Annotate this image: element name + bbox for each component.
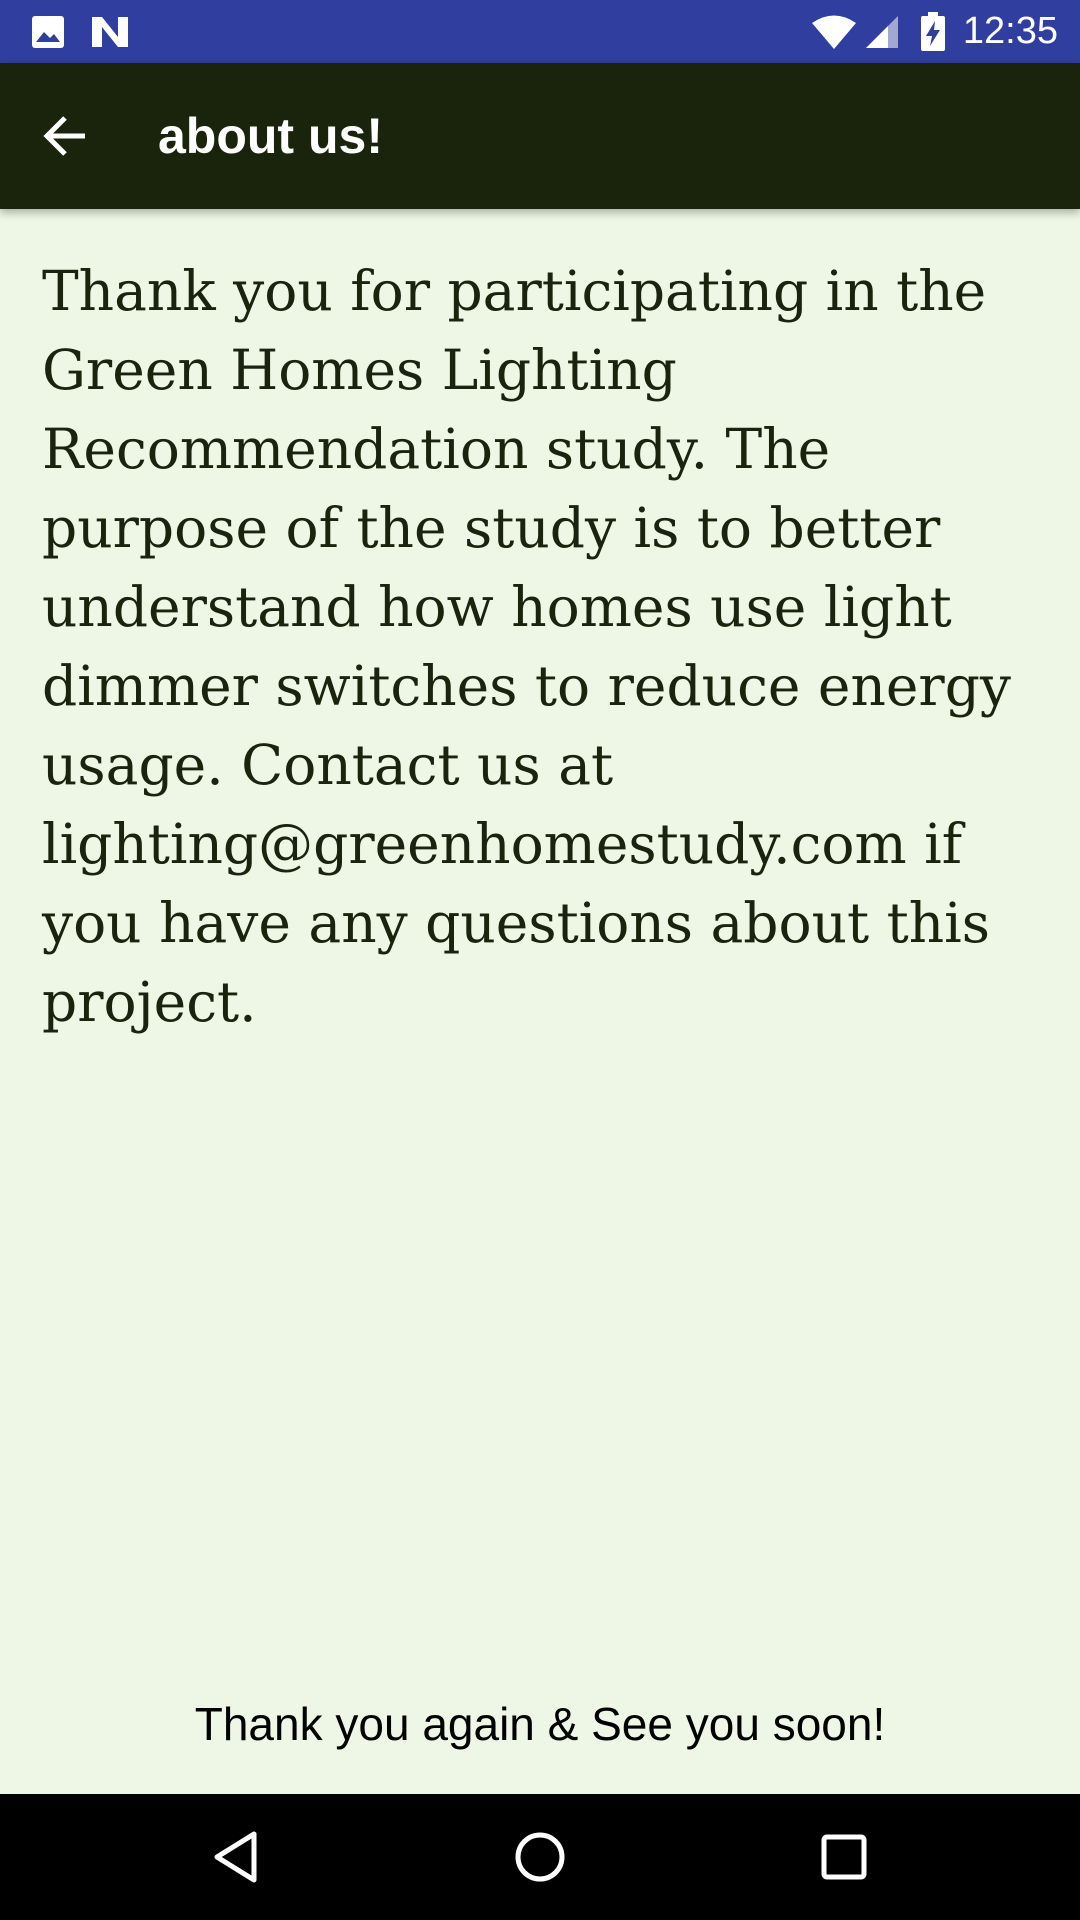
nav-recents-button[interactable] (804, 1817, 884, 1897)
nav-back-button[interactable] (196, 1817, 276, 1897)
back-button[interactable] (30, 101, 100, 171)
recents-square-icon (821, 1834, 867, 1880)
status-bar: 12:35 (0, 0, 1080, 63)
battery-charging-icon (918, 0, 948, 63)
n-notification-icon (88, 0, 132, 63)
app-bar: about us! (0, 63, 1080, 209)
footer-message: Thank you again & See you soon! (194, 1698, 886, 1750)
back-triangle-icon (214, 1831, 257, 1883)
about-body-text: Thank you for participating in the Green… (42, 259, 1011, 1034)
home-circle-icon (515, 1832, 565, 1882)
cell-signal-icon (862, 0, 902, 63)
page-title: about us! (158, 108, 383, 164)
arrow-back-icon (43, 116, 85, 156)
wifi-icon (810, 0, 858, 63)
image-icon (28, 0, 68, 63)
navigation-bar (0, 1794, 1080, 1920)
status-time: 12:35 (962, 10, 1058, 52)
nav-home-button[interactable] (500, 1817, 580, 1897)
